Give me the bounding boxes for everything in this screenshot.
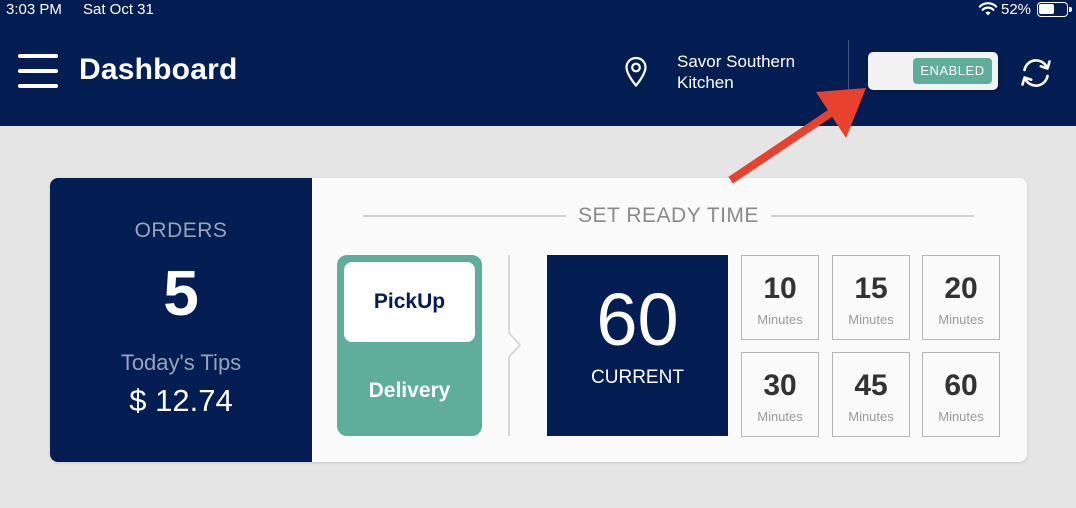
ready-time-title: SET READY TIME	[578, 204, 759, 227]
time-option-value: 10	[763, 272, 797, 305]
enabled-toggle[interactable]: ENABLED	[868, 52, 998, 90]
battery-percentage: 52%	[1001, 1, 1032, 18]
pickup-button[interactable]: PickUp	[344, 262, 475, 342]
time-option-value: 45	[854, 369, 888, 402]
time-option-unit: Minutes	[757, 409, 803, 424]
dashboard-card: ORDERS 5 Today's Tips $ 12.74 SET READY …	[50, 178, 1027, 462]
orders-panel: ORDERS 5 Today's Tips $ 12.74	[50, 178, 312, 462]
chevron-separator	[508, 255, 522, 436]
time-option-button[interactable]: 45 Minutes	[832, 352, 910, 437]
time-option-unit: Minutes	[938, 312, 984, 327]
order-mode-selector: PickUp Delivery	[337, 255, 482, 436]
delivery-button[interactable]: Delivery	[337, 351, 482, 431]
battery-icon	[1037, 2, 1072, 17]
time-option-button[interactable]: 10 Minutes	[741, 255, 819, 340]
tips-value: $ 12.74	[129, 383, 233, 418]
orders-count: 5	[163, 257, 199, 329]
time-option-unit: Minutes	[848, 409, 894, 424]
refresh-icon[interactable]	[1018, 55, 1054, 91]
location-pin-icon	[625, 56, 647, 88]
time-option-unit: Minutes	[848, 312, 894, 327]
time-option-value: 30	[763, 369, 797, 402]
tips-label: Today's Tips	[120, 350, 242, 375]
time-option-value: 60	[944, 369, 978, 402]
time-option-button[interactable]: 15 Minutes	[832, 255, 910, 340]
status-time: 3:03 PM	[6, 1, 62, 18]
current-value: 60	[596, 278, 679, 361]
status-date: Sat Oct 31	[83, 1, 154, 18]
toggle-label: ENABLED	[913, 58, 992, 84]
app-header: Dashboard Savor Southern Kitchen ENABLED	[0, 22, 1076, 126]
time-option-value: 15	[854, 272, 888, 305]
time-option-button[interactable]: 20 Minutes	[922, 255, 1000, 340]
time-option-button[interactable]: 30 Minutes	[741, 352, 819, 437]
time-option-unit: Minutes	[757, 312, 803, 327]
current-label: CURRENT	[591, 367, 684, 388]
time-option-unit: Minutes	[938, 409, 984, 424]
current-ready-time: 60 CURRENT	[547, 255, 728, 436]
ready-time-heading: SET READY TIME	[363, 204, 974, 228]
orders-label: ORDERS	[134, 219, 228, 242]
wifi-icon	[978, 2, 998, 16]
menu-icon[interactable]	[18, 52, 58, 92]
time-option-button[interactable]: 60 Minutes	[922, 352, 1000, 437]
annotation-arrow	[728, 88, 866, 184]
page-title: Dashboard	[79, 53, 238, 86]
time-option-value: 20	[944, 272, 978, 305]
status-bar: 3:03 PM Sat Oct 31 52%	[0, 0, 1076, 22]
